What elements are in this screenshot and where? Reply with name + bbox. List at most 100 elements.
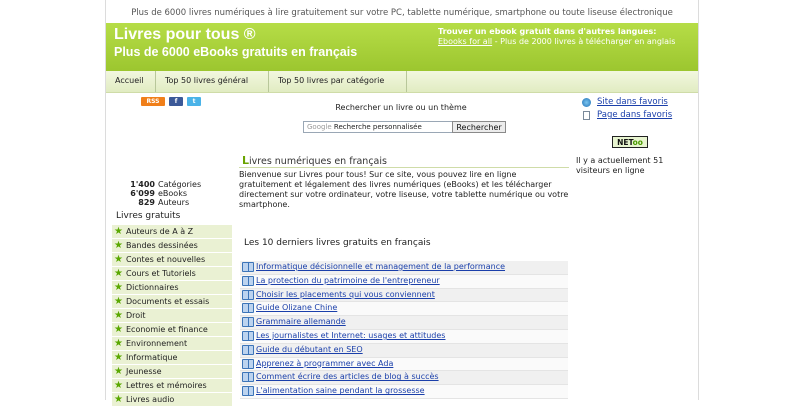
list-item: Grammaire allemande — [240, 316, 568, 330]
facebook-icon[interactable]: f — [169, 97, 183, 106]
book-link[interactable]: Apprenez à programmer avec Ada — [256, 358, 393, 370]
sidebar-title: Livres gratuits — [116, 211, 181, 221]
fav-page-row: Page dans favoris — [582, 110, 692, 123]
sidebar-item[interactable]: ★ Jeunesse — [112, 365, 232, 379]
book-link[interactable]: Choisir les placements qui vous convienn… — [256, 289, 435, 301]
star-icon: ★ — [114, 380, 123, 391]
sidebar-item-label: Informatique — [126, 353, 178, 362]
sidebar-item-label: Lettres et mémoires — [126, 381, 207, 390]
title-divider — [239, 167, 569, 168]
book-link[interactable]: Guide du débutant en SEO — [256, 344, 363, 356]
sidebar-item-label: Auteurs de A à Z — [126, 227, 194, 236]
star-icon: ★ — [114, 310, 123, 321]
sidebar-item-label: Dictionnaires — [126, 283, 179, 292]
book-icon — [242, 289, 254, 300]
star-icon: ★ — [114, 324, 123, 335]
sidebar-item-label: Environnement — [126, 339, 188, 348]
stat-number: 829 — [138, 198, 155, 207]
book-link[interactable]: Guide Olizane Chine — [256, 302, 337, 314]
latest-books-title: Les 10 derniers livres gratuits en franç… — [244, 238, 431, 248]
search-label: Rechercher un livre ou un thème — [335, 103, 467, 112]
book-link[interactable]: Les journalistes et Internet: usages et … — [256, 330, 445, 342]
search-button[interactable]: Rechercher — [452, 121, 506, 133]
sidebar-item-label: Documents et essais — [126, 297, 210, 306]
star-icon: ★ — [114, 254, 123, 265]
star-icon: ★ — [114, 226, 123, 237]
star-icon: ★ — [114, 240, 123, 251]
page-container: Plus de 6000 livres numériques à lire gr… — [105, 0, 699, 407]
site-subtitle: Plus de 6000 eBooks gratuits en français — [114, 45, 358, 59]
sidebar-item-label: Contes et nouvelles — [126, 255, 206, 264]
sidebar-item[interactable]: ★ Livres audio — [112, 393, 232, 407]
book-icon — [242, 303, 254, 314]
page-icon — [583, 111, 590, 120]
list-item: La protection du patrimoine de l'entrepr… — [240, 274, 568, 289]
other-languages-text: - Plus de 2000 livres à télécharger en a… — [492, 37, 676, 46]
fav-page-link[interactable]: Page dans favoris — [597, 110, 672, 121]
sidebar-item[interactable]: ★ Lettres et mémoires — [112, 379, 232, 393]
other-languages-title: Trouver un ebook gratuit dans d'autres l… — [438, 27, 657, 36]
book-icon — [242, 358, 254, 369]
star-icon: ★ — [114, 338, 123, 349]
stat-number: 1'400 — [130, 180, 155, 189]
sidebar-item[interactable]: ★ Documents et essais — [112, 295, 232, 309]
list-item: Guide du débutant en SEO — [240, 343, 568, 358]
fav-site-row: Site dans favoris — [582, 97, 692, 110]
sidebar-item[interactable]: ★ Cours et Tutoriels — [112, 267, 232, 281]
list-item: Guide Olizane Chine — [240, 302, 568, 317]
main-title-initial: L — [242, 154, 250, 167]
stat-label: Catégories — [158, 180, 202, 189]
sidebar-categories: ★ Auteurs de A à Z ★ Bandes dessinées ★ Con… — [112, 225, 232, 407]
sidebar-item-label: Cours et Tutoriels — [126, 269, 196, 278]
sidebar-item-label: Bandes dessinées — [126, 241, 198, 250]
book-link[interactable]: La protection du patrimoine de l'entrepr… — [256, 275, 440, 287]
nav-top50-general[interactable]: Top 50 livres général — [156, 71, 269, 92]
sidebar-item[interactable]: ★ Bandes dessinées — [112, 239, 232, 253]
book-icon — [242, 275, 254, 286]
list-item: Informatique décisionnelle et management… — [240, 261, 568, 275]
google-brand: Google — [307, 123, 332, 131]
site-header: Livres pour tous ® Plus de 6000 eBooks g… — [106, 23, 698, 71]
stat-row: 1'400 Catégories — [106, 180, 226, 189]
star-icon: ★ — [114, 296, 123, 307]
list-item: L'alimentation saine pendant la grossess… — [240, 385, 568, 399]
sidebar-item-label: Droit — [126, 311, 146, 320]
main-title-rest: ivres numériques en français — [249, 156, 387, 167]
visitors-count: Il y a actuellement 51 visiteurs en lign… — [576, 156, 664, 175]
sidebar-item[interactable]: ★ Informatique — [112, 351, 232, 365]
twitter-icon[interactable]: t — [187, 97, 201, 106]
main-title: Livres numériques en français — [242, 154, 387, 167]
stat-number: 6'099 — [130, 189, 155, 198]
book-icon — [242, 330, 254, 341]
sidebar-item[interactable]: ★ Dictionnaires — [112, 281, 232, 295]
book-link[interactable]: L'alimentation saine pendant la grossess… — [256, 385, 425, 397]
site-title[interactable]: Livres pour tous ® — [114, 26, 256, 44]
book-icon — [242, 344, 254, 355]
search-input[interactable]: Google Recherche personnalisée — [303, 121, 453, 133]
main-nav: Accueil Top 50 livres général Top 50 liv… — [106, 71, 698, 93]
star-icon: ★ — [114, 352, 123, 363]
site-tagline: Plus de 6000 livres numériques à lire gr… — [131, 8, 673, 18]
book-link[interactable]: Comment écrire des articles de blog à su… — [256, 371, 439, 383]
sidebar-item[interactable]: ★ Economie et finance — [112, 323, 232, 337]
right-column: Site dans favoris Page dans favoris — [582, 97, 692, 123]
sidebar-item-label: Economie et finance — [126, 325, 208, 334]
list-item: Apprenez à programmer avec Ada — [240, 357, 568, 372]
search-placeholder: Recherche personnalisée — [333, 123, 422, 131]
netoo-logo[interactable]: NEToo — [612, 136, 648, 148]
fav-site-link[interactable]: Site dans favoris — [597, 97, 668, 108]
sidebar-item[interactable]: ★ Droit — [112, 309, 232, 323]
sidebar-item[interactable]: ★ Contes et nouvelles — [112, 253, 232, 267]
ebooks-for-all-link[interactable]: Ebooks for all — [438, 37, 492, 46]
globe-icon — [582, 98, 591, 107]
nav-accueil[interactable]: Accueil — [106, 71, 156, 92]
book-icon — [242, 386, 254, 397]
book-link[interactable]: Grammaire allemande — [256, 316, 346, 328]
book-link[interactable]: Informatique décisionnelle et management… — [256, 261, 505, 273]
sidebar-item[interactable]: ★ Auteurs de A à Z — [112, 225, 232, 239]
nav-top50-categorie[interactable]: Top 50 livres par catégorie — [269, 71, 407, 92]
stat-row: 829 Auteurs — [106, 198, 226, 207]
sidebar-item-label: Jeunesse — [126, 367, 162, 376]
rss-icon[interactable]: RSS — [141, 97, 165, 106]
sidebar-item[interactable]: ★ Environnement — [112, 337, 232, 351]
